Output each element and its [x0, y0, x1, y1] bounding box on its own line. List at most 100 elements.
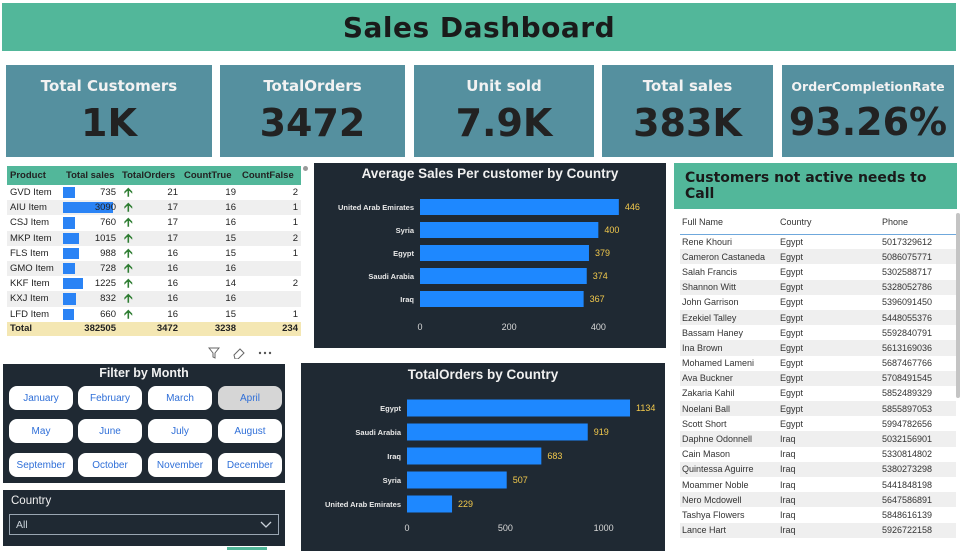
table-row[interactable]: KKF Item 1225 🡩 16 14 2 — [7, 276, 301, 291]
column-header[interactable]: CountTrue — [181, 166, 239, 185]
bar[interactable] — [407, 471, 507, 489]
bar[interactable] — [407, 447, 542, 465]
kpi-card-unit-sold[interactable]: Unit sold 7.9K — [414, 65, 594, 157]
customer-name: Quintessa Aguirre — [680, 461, 780, 477]
bar[interactable] — [407, 399, 631, 417]
customer-name: Lance Hart — [680, 522, 780, 538]
customer-name: Rene Khouri — [682, 236, 733, 247]
month-button-november[interactable]: November — [148, 453, 212, 477]
table-row[interactable]: LFD Item 660 🡩 16 15 1 — [7, 307, 301, 322]
month-button-march[interactable]: March — [148, 386, 212, 410]
kpi-card-total-customers[interactable]: Total Customers 1K — [6, 65, 212, 157]
table-row[interactable]: GMO Item 728 🡩 16 16 — [7, 260, 301, 277]
table-row[interactable]: Ava Buckner Egypt 5708491545 — [680, 370, 956, 386]
sales-data-bar — [63, 232, 79, 244]
table-row[interactable]: Ezekiel Talley Egypt 5448055376 — [680, 309, 956, 326]
month-button-december[interactable]: December — [218, 453, 282, 477]
bar[interactable] — [420, 199, 619, 215]
filter-icon[interactable] — [208, 347, 220, 359]
table-row[interactable]: Rene Khouri Egypt 5017329612 — [680, 234, 956, 249]
column-header[interactable]: TotalOrders — [119, 166, 181, 185]
count-false-value: 1 — [292, 247, 298, 259]
bar[interactable] — [420, 268, 587, 284]
column-header[interactable]: Product — [7, 166, 63, 185]
table-row[interactable]: Lance Hart Iraq 5926722158 — [680, 522, 956, 538]
data-label: 919 — [594, 427, 609, 437]
product-table-visual[interactable]: Product Total sales TotalOrders CountTru… — [7, 166, 301, 336]
scrollbar-handle[interactable] — [303, 166, 308, 171]
column-header[interactable]: CountFalse — [239, 166, 301, 185]
month-filter-title: Filter by Month — [99, 366, 189, 380]
category-label: Syria — [396, 226, 415, 235]
table-row[interactable]: Quintessa Aguirre Iraq 5380273298 — [680, 461, 956, 477]
total-count-false: 234 — [239, 321, 301, 336]
data-label: 374 — [593, 271, 608, 281]
table-row[interactable]: KXJ Item 832 🡩 16 16 — [7, 291, 301, 307]
table-row[interactable]: FLS Item 988 🡩 16 15 1 — [7, 246, 301, 261]
table-row[interactable]: Shannon Witt Egypt 5328052786 — [680, 279, 956, 295]
bar[interactable] — [420, 245, 589, 261]
table-row[interactable]: Cain Mason Iraq 5330814802 — [680, 447, 956, 462]
product-name: GMO Item — [7, 260, 63, 277]
column-header[interactable]: Full Name — [680, 210, 780, 235]
bar[interactable] — [420, 222, 599, 238]
month-button-april[interactable]: April — [218, 386, 282, 410]
total-orders-chart-panel[interactable]: TotalOrders by Country Egypt 1134 Saudi Ar… — [301, 363, 665, 551]
month-button-october[interactable]: October — [78, 453, 142, 477]
column-header[interactable]: Country — [780, 210, 882, 235]
table-row[interactable]: Daphne Odonnell Iraq 5032156901 — [680, 431, 956, 447]
chart-title: Average Sales Per customer by Country — [361, 166, 619, 181]
table-row[interactable]: GVD Item 735 🡩 21 19 2 — [7, 185, 301, 200]
month-button-june[interactable]: June — [78, 419, 142, 443]
customer-name: Bassam Haney — [682, 327, 744, 338]
bar[interactable] — [407, 495, 453, 513]
sales-cell: 735 — [63, 185, 119, 200]
more-options-icon[interactable] — [258, 347, 272, 359]
month-button-january[interactable]: January — [9, 386, 73, 410]
bar[interactable] — [420, 291, 584, 307]
kpi-card-order-completion-rate[interactable]: OrderCompletionRate 93.26% — [782, 65, 954, 157]
table-row[interactable]: Nero Mcdowell Iraq 5647586891 — [680, 492, 956, 508]
count-true-value: 16 — [181, 260, 239, 277]
table-row[interactable]: Bassam Haney Egypt 5592840791 — [680, 325, 956, 340]
month-button-february[interactable]: February — [78, 386, 142, 410]
customer-country: Egypt — [780, 236, 804, 247]
count-false-value: 2 — [292, 278, 298, 290]
month-button-september[interactable]: September — [9, 453, 73, 477]
table-row[interactable]: Ina Brown Egypt 5613169036 — [680, 340, 956, 356]
table-row[interactable]: John Garrison Egypt 5396091450 — [680, 295, 956, 310]
table-row[interactable]: Zakaria Kahil Egypt 5852489329 — [680, 386, 956, 401]
sales-data-bar — [63, 278, 83, 290]
table-row[interactable]: Scott Short Egypt 5994782656 — [680, 416, 956, 431]
count-true-value: 15 — [225, 247, 236, 259]
kpi-card-total-orders[interactable]: TotalOrders 3472 — [220, 65, 405, 157]
customer-phone: 5848616139 — [882, 509, 933, 520]
customers-scrollbar[interactable] — [956, 213, 960, 398]
eraser-icon[interactable] — [232, 347, 246, 359]
table-row[interactable]: Mohamed Lameni Egypt 5687467766 — [680, 356, 956, 371]
orders-cell: 🡩 17 — [119, 200, 181, 216]
avg-sales-chart-panel[interactable]: Average Sales Per customer by Country Un… — [314, 163, 666, 348]
month-button-august[interactable]: August — [218, 419, 282, 443]
column-header[interactable]: Phone — [882, 210, 956, 235]
column-header[interactable]: Total sales — [63, 166, 119, 185]
country-dropdown[interactable]: All — [9, 514, 279, 535]
kpi-card-total-sales[interactable]: Total sales 383K — [602, 65, 773, 157]
category-label: Saudi Arabia — [368, 272, 414, 281]
table-row[interactable]: Noelani Ball Egypt 5855897053 — [680, 401, 956, 417]
bar[interactable] — [407, 423, 588, 441]
table-row[interactable]: CSJ Item 760 🡩 17 16 1 — [7, 215, 301, 230]
customer-phone: 5328052786 — [882, 279, 956, 295]
table-row[interactable]: Cameron Castaneda Egypt 5086075771 — [680, 249, 956, 265]
table-row[interactable]: Salah Francis Egypt 5302588717 — [680, 264, 956, 279]
month-filter-panel: Filter by Month January February March Apri… — [3, 364, 285, 483]
table-row[interactable]: AIU Item 3090 🡩 17 16 1 — [7, 200, 301, 216]
customer-phone: 5852489329 — [882, 388, 933, 399]
customer-name: Ava Buckner — [680, 370, 780, 386]
table-row[interactable]: Moammer Noble Iraq 5441848198 — [680, 477, 956, 492]
table-row[interactable]: MKP Item 1015 🡩 17 15 2 — [7, 230, 301, 246]
month-button-july[interactable]: July — [148, 419, 212, 443]
month-button-may[interactable]: May — [9, 419, 73, 443]
customers-table-visual[interactable]: Full Name Country Phone Rene Khouri Egypt… — [680, 210, 956, 551]
table-row[interactable]: Tashya Flowers Iraq 5848616139 — [680, 507, 956, 522]
